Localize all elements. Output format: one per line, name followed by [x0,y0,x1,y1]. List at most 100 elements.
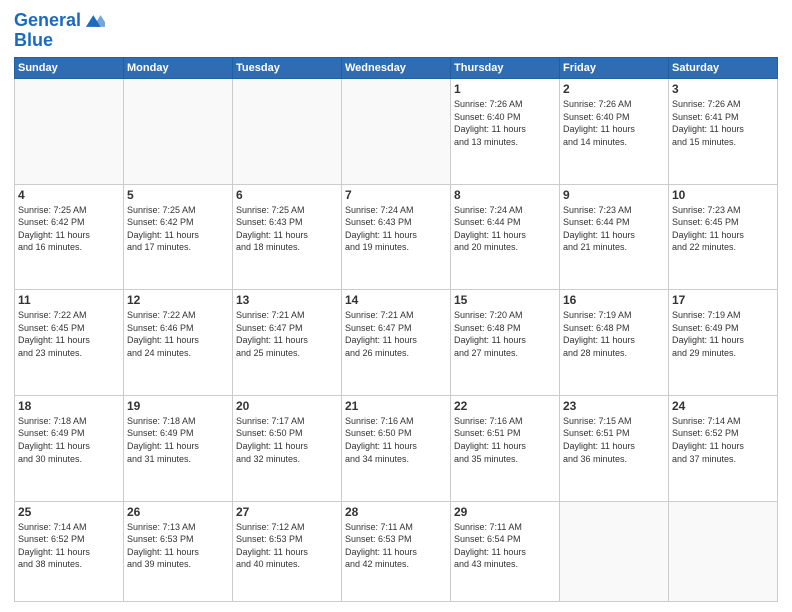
day-info: Sunrise: 7:14 AM Sunset: 6:52 PM Dayligh… [18,521,120,571]
day-info: Sunrise: 7:25 AM Sunset: 6:42 PM Dayligh… [18,204,120,254]
day-info: Sunrise: 7:21 AM Sunset: 6:47 PM Dayligh… [345,309,447,359]
day-info: Sunrise: 7:22 AM Sunset: 6:45 PM Dayligh… [18,309,120,359]
day-info: Sunrise: 7:19 AM Sunset: 6:49 PM Dayligh… [672,309,774,359]
calendar-cell: 16 Sunrise: 7:19 AM Sunset: 6:48 PM Dayli… [560,290,669,396]
calendar-cell: 18 Sunrise: 7:18 AM Sunset: 6:49 PM Dayli… [15,395,124,501]
calendar-cell: 1 Sunrise: 7:26 AM Sunset: 6:40 PM Daylig… [451,79,560,185]
calendar-cell: 5 Sunrise: 7:25 AM Sunset: 6:42 PM Daylig… [124,184,233,290]
calendar-cell: 29 Sunrise: 7:11 AM Sunset: 6:54 PM Dayli… [451,501,560,602]
calendar-week-row: 11 Sunrise: 7:22 AM Sunset: 6:45 PM Dayli… [15,290,778,396]
day-number: 27 [236,505,338,519]
day-number: 23 [563,399,665,413]
calendar-cell: 25 Sunrise: 7:14 AM Sunset: 6:52 PM Dayli… [15,501,124,602]
calendar-cell: 9 Sunrise: 7:23 AM Sunset: 6:44 PM Daylig… [560,184,669,290]
weekday-header: Friday [560,58,669,79]
day-number: 18 [18,399,120,413]
weekday-header: Monday [124,58,233,79]
calendar-cell: 22Sunrise: 7:16 AM Sunset: 6:51 PM Dayli… [451,395,560,501]
day-info: Sunrise: 7:24 AM Sunset: 6:43 PM Dayligh… [345,204,447,254]
day-number: 11 [18,293,120,307]
logo-text: General [14,11,81,31]
calendar-cell: 8 Sunrise: 7:24 AM Sunset: 6:44 PM Daylig… [451,184,560,290]
day-number: 12 [127,293,229,307]
day-number: 5 [127,188,229,202]
calendar-cell: 20 Sunrise: 7:17 AM Sunset: 6:50 PM Dayli… [233,395,342,501]
day-number: 8 [454,188,556,202]
calendar-cell: 19 Sunrise: 7:18 AM Sunset: 6:49 PM Dayli… [124,395,233,501]
day-info: Sunrise: 7:26 AM Sunset: 6:41 PM Dayligh… [672,98,774,148]
day-info: Sunrise: 7:11 AM Sunset: 6:54 PM Dayligh… [454,521,556,571]
day-number: 28 [345,505,447,519]
day-number: 13 [236,293,338,307]
day-number: 20 [236,399,338,413]
day-info: Sunrise: 7:17 AM Sunset: 6:50 PM Dayligh… [236,415,338,465]
day-info: Sunrise: 7:22 AM Sunset: 6:46 PM Dayligh… [127,309,229,359]
day-number: 17 [672,293,774,307]
day-number: 1 [454,82,556,96]
day-number: 19 [127,399,229,413]
day-info: Sunrise: 7:26 AM Sunset: 6:40 PM Dayligh… [563,98,665,148]
day-number: 24 [672,399,774,413]
day-info: Sunrise: 7:18 AM Sunset: 6:49 PM Dayligh… [18,415,120,465]
weekday-header: Saturday [669,58,778,79]
day-info: Sunrise: 7:20 AM Sunset: 6:48 PM Dayligh… [454,309,556,359]
day-number: 29 [454,505,556,519]
day-number: 9 [563,188,665,202]
day-info: Sunrise: 7:16 AM Sunset: 6:50 PM Dayligh… [345,415,447,465]
calendar-cell [124,79,233,185]
weekday-header: Wednesday [342,58,451,79]
day-info: Sunrise: 7:26 AM Sunset: 6:40 PM Dayligh… [454,98,556,148]
day-info: Sunrise: 7:16 AM Sunset: 6:51 PM Dayligh… [454,415,556,465]
calendar-cell: 4 Sunrise: 7:25 AM Sunset: 6:42 PM Daylig… [15,184,124,290]
day-number: 6 [236,188,338,202]
day-info: Sunrise: 7:24 AM Sunset: 6:44 PM Dayligh… [454,204,556,254]
day-number: 25 [18,505,120,519]
calendar-cell: 11 Sunrise: 7:22 AM Sunset: 6:45 PM Dayli… [15,290,124,396]
day-info: Sunrise: 7:14 AM Sunset: 6:52 PM Dayligh… [672,415,774,465]
day-number: 26 [127,505,229,519]
calendar-cell: 14 Sunrise: 7:21 AM Sunset: 6:47 PM Dayli… [342,290,451,396]
calendar-week-row: 18 Sunrise: 7:18 AM Sunset: 6:49 PM Dayli… [15,395,778,501]
day-info: Sunrise: 7:23 AM Sunset: 6:44 PM Dayligh… [563,204,665,254]
day-number: 14 [345,293,447,307]
calendar-cell: 28Sunrise: 7:11 AM Sunset: 6:53 PM Dayli… [342,501,451,602]
calendar-cell: 7Sunrise: 7:24 AM Sunset: 6:43 PM Daylig… [342,184,451,290]
calendar-cell [233,79,342,185]
calendar-cell [560,501,669,602]
calendar-week-row: 1 Sunrise: 7:26 AM Sunset: 6:40 PM Daylig… [15,79,778,185]
logo-blue: Blue [14,30,105,51]
day-info: Sunrise: 7:12 AM Sunset: 6:53 PM Dayligh… [236,521,338,571]
day-info: Sunrise: 7:19 AM Sunset: 6:48 PM Dayligh… [563,309,665,359]
calendar-cell [342,79,451,185]
calendar-cell: 12 Sunrise: 7:22 AM Sunset: 6:46 PM Dayli… [124,290,233,396]
calendar-cell: 24 Sunrise: 7:14 AM Sunset: 6:52 PM Dayli… [669,395,778,501]
day-info: Sunrise: 7:15 AM Sunset: 6:51 PM Dayligh… [563,415,665,465]
calendar-week-row: 4 Sunrise: 7:25 AM Sunset: 6:42 PM Daylig… [15,184,778,290]
calendar-cell: 21 Sunrise: 7:16 AM Sunset: 6:50 PM Dayli… [342,395,451,501]
page-header: General Blue [14,10,778,51]
day-info: Sunrise: 7:13 AM Sunset: 6:53 PM Dayligh… [127,521,229,571]
calendar-week-row: 25 Sunrise: 7:14 AM Sunset: 6:52 PM Dayli… [15,501,778,602]
calendar-cell: 15 Sunrise: 7:20 AM Sunset: 6:48 PM Dayli… [451,290,560,396]
weekday-header: Sunday [15,58,124,79]
day-number: 10 [672,188,774,202]
logo-icon [83,10,105,32]
calendar-cell: 27 Sunrise: 7:12 AM Sunset: 6:53 PM Dayli… [233,501,342,602]
calendar-cell: 26 Sunrise: 7:13 AM Sunset: 6:53 PM Dayli… [124,501,233,602]
calendar-table: SundayMondayTuesdayWednesdayThursdayFrid… [14,57,778,602]
day-number: 21 [345,399,447,413]
calendar-header-row: SundayMondayTuesdayWednesdayThursdayFrid… [15,58,778,79]
day-info: Sunrise: 7:21 AM Sunset: 6:47 PM Dayligh… [236,309,338,359]
day-number: 15 [454,293,556,307]
day-number: 4 [18,188,120,202]
day-number: 2 [563,82,665,96]
day-info: Sunrise: 7:23 AM Sunset: 6:45 PM Dayligh… [672,204,774,254]
day-info: Sunrise: 7:25 AM Sunset: 6:42 PM Dayligh… [127,204,229,254]
day-info: Sunrise: 7:18 AM Sunset: 6:49 PM Dayligh… [127,415,229,465]
day-info: Sunrise: 7:25 AM Sunset: 6:43 PM Dayligh… [236,204,338,254]
logo: General Blue [14,10,105,51]
calendar-cell: 17 Sunrise: 7:19 AM Sunset: 6:49 PM Dayli… [669,290,778,396]
weekday-header: Tuesday [233,58,342,79]
day-number: 16 [563,293,665,307]
weekday-header: Thursday [451,58,560,79]
